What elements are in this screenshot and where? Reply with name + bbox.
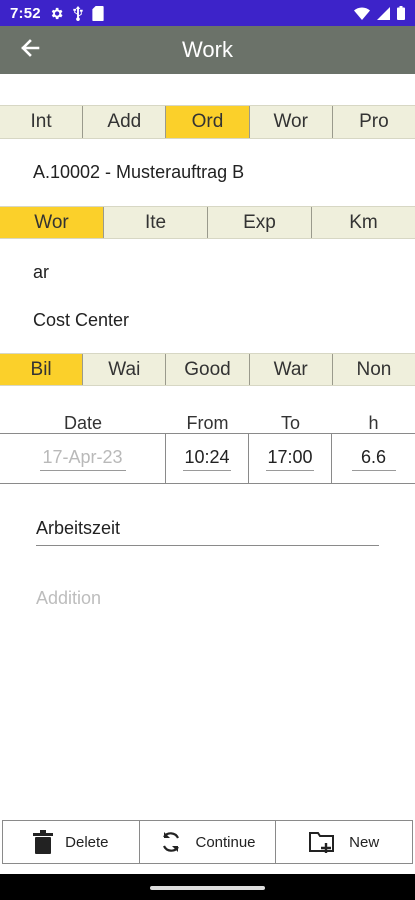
- order-line[interactable]: A.10002 - Musterauftrag B: [33, 162, 244, 183]
- primary-tab-bar: Int Add Ord Wor Pro: [0, 105, 415, 139]
- signal-icon: [377, 6, 390, 20]
- delete-button[interactable]: Delete: [3, 821, 140, 863]
- page-title: Work: [182, 37, 233, 62]
- new-folder-icon: [309, 830, 337, 854]
- tab-war[interactable]: War: [250, 354, 333, 385]
- tab-wor-secondary[interactable]: Wor: [0, 207, 104, 238]
- billing-tab-bar: Bil Wai Good War Non: [0, 353, 415, 386]
- tab-km[interactable]: Km: [312, 207, 415, 238]
- to-header: To: [280, 413, 300, 433]
- tab-ite[interactable]: Ite: [104, 207, 208, 238]
- hours-field[interactable]: 6.6: [351, 447, 396, 471]
- settings-icon: [49, 6, 64, 21]
- status-time: 7:52: [10, 4, 41, 22]
- tab-pro[interactable]: Pro: [333, 106, 415, 138]
- date-field[interactable]: 17-Apr-23: [39, 447, 126, 471]
- back-button[interactable]: [0, 26, 60, 74]
- new-label: New: [349, 833, 380, 851]
- date-header: Date: [63, 413, 103, 433]
- tab-bil[interactable]: Bil: [0, 354, 84, 385]
- bottom-action-bar: Delete Continue New: [2, 820, 413, 864]
- status-right-icons: [354, 6, 405, 20]
- from-header: From: [186, 413, 229, 433]
- cost-center-field[interactable]: Cost Center: [33, 310, 129, 331]
- home-gesture-handle[interactable]: [150, 886, 265, 890]
- hours-cell: 6.6: [332, 434, 415, 483]
- sd-card-icon: [92, 5, 104, 21]
- status-bar: 7:52: [0, 0, 415, 26]
- activity-line[interactable]: ar: [33, 262, 49, 283]
- secondary-tab-bar: Wor Ite Exp Km: [0, 206, 415, 239]
- tab-wai[interactable]: Wai: [83, 354, 167, 385]
- tab-ord[interactable]: Ord: [166, 106, 250, 138]
- from-time-field[interactable]: 10:24: [183, 447, 231, 471]
- from-cell: 10:24: [166, 434, 249, 483]
- hours-header: h: [368, 413, 379, 433]
- tab-int[interactable]: Int: [0, 106, 84, 138]
- tab-good[interactable]: Good: [166, 354, 250, 385]
- time-table-row: 17-Apr-23 10:24 17:00 6.6: [0, 433, 415, 484]
- tab-wor[interactable]: Wor: [250, 106, 333, 138]
- tab-exp[interactable]: Exp: [208, 207, 312, 238]
- arrow-back-icon: [20, 38, 40, 63]
- to-cell: 17:00: [249, 434, 332, 483]
- wifi-icon: [354, 6, 370, 20]
- addition-input[interactable]: Addition: [36, 588, 379, 615]
- refresh-icon: [159, 830, 183, 854]
- status-left-icons: [49, 5, 104, 21]
- tab-add[interactable]: Add: [83, 106, 167, 138]
- new-button[interactable]: New: [276, 821, 412, 863]
- continue-label: Continue: [195, 833, 256, 851]
- tab-non[interactable]: Non: [333, 354, 415, 385]
- to-time-field[interactable]: 17:00: [266, 447, 314, 471]
- trash-icon: [33, 830, 54, 854]
- time-table-header: Date From To h: [0, 408, 415, 434]
- system-nav-bar: [0, 874, 415, 900]
- delete-label: Delete: [65, 833, 109, 851]
- description-input[interactable]: Arbeitszeit: [36, 518, 379, 546]
- continue-button[interactable]: Continue: [140, 821, 277, 863]
- usb-icon: [72, 5, 84, 21]
- battery-icon: [397, 6, 405, 20]
- date-cell: 17-Apr-23: [0, 434, 166, 483]
- app-bar: Work: [0, 26, 415, 74]
